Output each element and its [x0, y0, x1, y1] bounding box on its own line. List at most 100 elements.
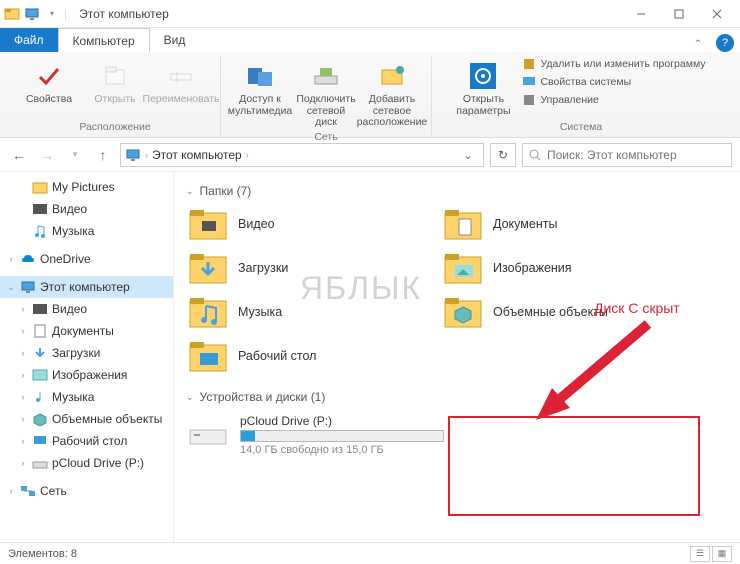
folder-video-icon	[188, 206, 228, 242]
folder-icon	[32, 179, 48, 195]
group-header-folders[interactable]: ⌄Папки (7)	[186, 184, 728, 198]
sidebar-item-network[interactable]: ›Сеть	[0, 480, 173, 502]
monitor-icon	[20, 279, 36, 295]
annotation-box	[448, 416, 700, 516]
search-box[interactable]	[522, 143, 732, 167]
minimize-button[interactable]	[622, 0, 660, 28]
group-label: Расположение	[79, 119, 150, 137]
group-header-drives[interactable]: ⌄Устройства и диски (1)	[186, 390, 728, 404]
quick-access-toolbar: ▾ |	[4, 6, 75, 22]
ribbon-group-network: Доступ к мультимедиа Подключить сетевой …	[221, 56, 432, 137]
folder-documents[interactable]: Документы	[441, 204, 666, 244]
cube-icon	[32, 411, 48, 427]
title-bar: ▾ | Этот компьютер	[0, 0, 740, 28]
media-icon	[244, 60, 276, 92]
sidebar-item-pcloud[interactable]: ›pCloud Drive (P:)	[0, 452, 173, 474]
annotation-label: Диск С скрыт	[594, 300, 680, 316]
media-access-button[interactable]: Доступ к мультимедиа	[231, 56, 289, 117]
navigation-pane[interactable]: My Pictures Видео Музыка ›OneDrive ⌄Этот…	[0, 172, 174, 542]
cloud-icon	[20, 251, 36, 267]
manage-icon	[522, 93, 536, 107]
sidebar-item-ndesktop[interactable]: ›Рабочий стол	[0, 430, 173, 452]
sidebar-item-nimages[interactable]: ›Изображения	[0, 364, 173, 386]
open-button[interactable]: Открыть	[86, 56, 144, 106]
sidebar-item-videos[interactable]: Видео	[0, 198, 173, 220]
nav-recent-button[interactable]: ▾	[64, 144, 86, 166]
folder-desktop[interactable]: Рабочий стол	[186, 336, 411, 376]
status-items-count: Элементов: 8	[8, 548, 77, 560]
ribbon-tabs: Файл Компьютер Вид ˆ ?	[0, 28, 740, 52]
rename-button[interactable]: Переименовать	[152, 56, 210, 106]
nav-forward-button[interactable]: →	[36, 144, 58, 166]
sidebar-item-this-pc[interactable]: ⌄Этот компьютер	[0, 276, 173, 298]
address-bar-row: ← → ▾ ↑ › Этот компьютер › ⌄ ↻	[0, 138, 740, 172]
window-title: Этот компьютер	[79, 7, 169, 21]
sidebar-item-music[interactable]: Музыка	[0, 220, 173, 242]
search-input[interactable]	[547, 148, 725, 162]
ribbon: Свойства Открыть Переименовать Расположе…	[0, 52, 740, 138]
music-icon	[32, 389, 48, 405]
open-icon	[99, 60, 131, 92]
drive-icon	[32, 455, 48, 471]
tab-file[interactable]: Файл	[0, 28, 58, 52]
folder-images[interactable]: Изображения	[441, 248, 666, 288]
sidebar-item-nmusic[interactable]: ›Музыка	[0, 386, 173, 408]
view-details-button[interactable]: ☰	[690, 546, 710, 562]
video-icon	[32, 301, 48, 317]
properties-button[interactable]: Свойства	[20, 56, 78, 106]
content-pane[interactable]: ⌄Папки (7) Видео Документы Загрузки Изоб…	[174, 172, 740, 542]
sidebar-item-onedrive[interactable]: ›OneDrive	[0, 248, 173, 270]
folder-desktop-icon	[188, 338, 228, 374]
download-icon	[32, 345, 48, 361]
nav-back-button[interactable]: ←	[8, 144, 30, 166]
tab-computer[interactable]: Компьютер	[58, 28, 150, 52]
music-icon	[32, 223, 48, 239]
folder-document-icon	[443, 206, 483, 242]
network-icon	[20, 483, 36, 499]
map-drive-button[interactable]: Подключить сетевой диск	[297, 56, 355, 129]
group-label: Система	[560, 119, 602, 137]
tab-view[interactable]: Вид	[150, 28, 200, 52]
folder-videos[interactable]: Видео	[186, 204, 411, 244]
monitor-icon	[24, 6, 40, 22]
ribbon-group-system: Открыть параметры Удалить или изменить п…	[432, 56, 730, 137]
add-network-icon	[376, 60, 408, 92]
drive-usage-bar	[240, 430, 444, 442]
folder-download-icon	[188, 250, 228, 286]
network-drive-icon	[310, 60, 342, 92]
open-settings-button[interactable]: Открыть параметры	[454, 56, 512, 117]
add-network-button[interactable]: Добавить сетевое расположение	[363, 56, 421, 129]
breadcrumb[interactable]: Этот компьютер	[152, 148, 242, 162]
system-properties-button[interactable]: Свойства системы	[520, 74, 707, 90]
maximize-button[interactable]	[660, 0, 698, 28]
drive-pcloud[interactable]: pCloud Drive (P:) 14,0 ГБ свободно из 15…	[186, 410, 446, 460]
status-bar: Элементов: 8 ☰ ▦	[0, 542, 740, 564]
sidebar-item-ndocs[interactable]: ›Документы	[0, 320, 173, 342]
drive-free-text: 14,0 ГБ свободно из 15,0 ГБ	[240, 444, 444, 456]
manage-button[interactable]: Управление	[520, 92, 707, 108]
document-icon	[32, 323, 48, 339]
rename-icon	[165, 60, 197, 92]
dropdown-icon[interactable]: ▾	[44, 6, 60, 22]
sidebar-item-nvideos[interactable]: ›Видео	[0, 298, 173, 320]
video-icon	[32, 201, 48, 217]
uninstall-icon	[522, 57, 536, 71]
address-bar[interactable]: › Этот компьютер › ⌄	[120, 143, 484, 167]
image-icon	[32, 367, 48, 383]
folder-downloads[interactable]: Загрузки	[186, 248, 411, 288]
uninstall-button[interactable]: Удалить или изменить программу	[520, 56, 707, 72]
help-icon[interactable]: ?	[716, 34, 734, 52]
folder-music[interactable]: Музыка	[186, 292, 411, 332]
address-dropdown-icon[interactable]: ⌄	[457, 148, 479, 162]
collapse-ribbon-icon[interactable]: ˆ	[686, 37, 710, 52]
refresh-button[interactable]: ↻	[490, 143, 516, 167]
sidebar-item-ndownloads[interactable]: ›Загрузки	[0, 342, 173, 364]
sidebar-item-n3d[interactable]: ›Объемные объекты	[0, 408, 173, 430]
nav-up-button[interactable]: ↑	[92, 144, 114, 166]
monitor-icon	[125, 147, 141, 163]
folder-image-icon	[443, 250, 483, 286]
view-icons-button[interactable]: ▦	[712, 546, 732, 562]
sidebar-item-pictures[interactable]: My Pictures	[0, 176, 173, 198]
desktop-icon	[32, 433, 48, 449]
close-button[interactable]	[698, 0, 736, 28]
